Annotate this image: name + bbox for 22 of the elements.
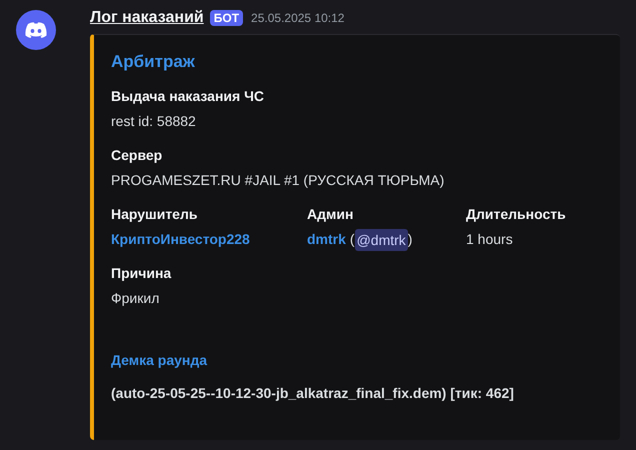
user-link[interactable]: dmtrk xyxy=(307,227,346,252)
field-name: Причина xyxy=(111,264,172,283)
demo-heading[interactable]: Демка раунда xyxy=(111,350,608,370)
user-link[interactable]: КриптоИнвестор228 xyxy=(111,227,250,252)
embed-title[interactable]: Арбитраж xyxy=(111,50,608,74)
field-value: ) xyxy=(408,230,412,249)
user-mention[interactable]: @dmtrk xyxy=(354,228,408,250)
field-value: ( xyxy=(350,230,355,249)
field-value: 1 hours xyxy=(466,230,513,249)
demo-filename: (auto-25-05-25--10-12-30-jb_alkatraz_final_fix.dem) [тик: 462] xyxy=(111,384,515,403)
field-name: Длительность xyxy=(466,205,567,224)
field-value: Фрикил xyxy=(111,289,160,308)
bot-avatar-icon[interactable] xyxy=(16,10,56,50)
author-name[interactable]: Лог наказаний xyxy=(90,6,204,30)
field-name: Выдача наказания ЧС xyxy=(111,87,266,106)
timestamp: 25.05.2025 10:12 xyxy=(251,10,344,27)
field-name: Админ xyxy=(307,205,354,224)
field-name: Нарушитель xyxy=(111,205,198,224)
field-value: rest id: 58882 xyxy=(111,112,196,131)
bot-badge: БОТ xyxy=(210,10,244,26)
field-name: Сервер xyxy=(111,146,164,165)
field-value: PROGAMESZET.RU #JAIL #1 (РУССКАЯ ТЮРЬМА) xyxy=(111,171,444,190)
